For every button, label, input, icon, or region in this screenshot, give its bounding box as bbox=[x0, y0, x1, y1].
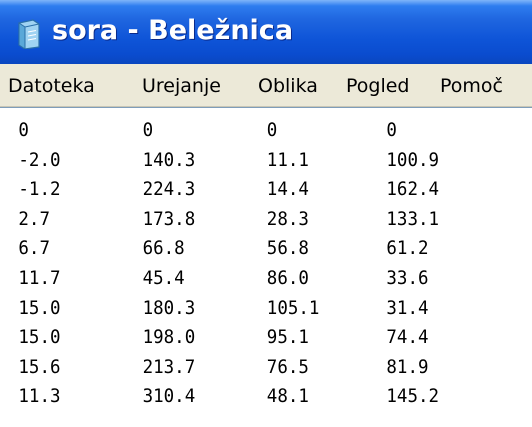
line-value: 15.6 bbox=[18, 355, 61, 378]
line-value: 145.2 bbox=[386, 385, 440, 408]
line-value: 0 bbox=[142, 119, 154, 141]
document-text: 0 0 0 0 -2.0 140.3 11.1 100.9 -1.2 224.3… bbox=[0, 119, 489, 415]
line-value: 14.4 bbox=[266, 178, 309, 201]
text-line: -1.2 224.3 14.4 162.4 bbox=[0, 178, 489, 208]
line-value: 310.4 bbox=[142, 385, 196, 408]
line-value: 33.6 bbox=[386, 266, 429, 289]
line-value: 224.3 bbox=[142, 178, 196, 201]
line-value: 180.3 bbox=[142, 296, 196, 319]
text-line: 6.7 66.8 56.8 61.2 bbox=[0, 237, 489, 267]
line-value: 95.1 bbox=[266, 326, 309, 349]
text-line: 15.6 213.7 76.5 81.9 bbox=[0, 356, 489, 386]
line-value: 61.2 bbox=[386, 237, 429, 260]
line-value: 198.0 bbox=[142, 326, 196, 349]
line-value: 213.7 bbox=[142, 355, 196, 378]
line-value: 140.3 bbox=[142, 148, 196, 171]
line-value: 0 bbox=[386, 119, 397, 141]
line-value: 86.0 bbox=[266, 266, 309, 289]
notepad-icon[interactable] bbox=[16, 19, 42, 49]
line-value: 0 bbox=[18, 119, 29, 141]
menu-bar: Datoteka Urejanje Oblika Pogled Pomoč bbox=[0, 64, 532, 107]
line-value: 28.3 bbox=[266, 207, 309, 230]
menu-edit[interactable]: Urejanje bbox=[142, 75, 221, 97]
text-line: -2.0 140.3 11.1 100.9 bbox=[0, 149, 489, 179]
notepad-window: sora - Beležnica Datoteka Urejanje Oblik… bbox=[0, 0, 532, 427]
line-value: 133.1 bbox=[386, 207, 440, 230]
title-bar[interactable]: sora - Beležnica bbox=[0, 0, 532, 64]
menu-format[interactable]: Oblika bbox=[258, 75, 318, 97]
line-value: 15.0 bbox=[18, 326, 61, 349]
title-bar-highlight bbox=[0, 0, 532, 6]
text-line: 15.0 198.0 95.1 74.4 bbox=[0, 326, 489, 356]
line-value: 74.4 bbox=[386, 326, 429, 349]
line-value: 56.8 bbox=[266, 237, 309, 260]
menu-help[interactable]: Pomoč bbox=[440, 75, 503, 97]
text-line: 2.7 173.8 28.3 133.1 bbox=[0, 208, 489, 238]
line-value: 162.4 bbox=[386, 178, 440, 201]
line-value: -1.2 bbox=[18, 178, 61, 201]
line-value: 2.7 bbox=[18, 207, 50, 230]
line-value: 48.1 bbox=[266, 385, 309, 408]
line-value: 173.8 bbox=[142, 207, 196, 230]
line-value: 0 bbox=[266, 119, 278, 141]
line-value: -2.0 bbox=[18, 148, 61, 171]
line-value: 31.4 bbox=[386, 296, 429, 319]
line-value: 100.9 bbox=[386, 148, 440, 171]
line-value: 66.8 bbox=[142, 237, 185, 260]
window-title: sora - Beležnica bbox=[52, 15, 294, 46]
text-line: 11.7 45.4 86.0 33.6 bbox=[0, 267, 489, 297]
line-value: 45.4 bbox=[142, 266, 185, 289]
line-value: 11.7 bbox=[18, 266, 61, 289]
line-value: 11.3 bbox=[18, 385, 61, 408]
line-value: 105.1 bbox=[266, 296, 320, 319]
text-editor-area[interactable]: 0 0 0 0 -2.0 140.3 11.1 100.9 -1.2 224.3… bbox=[0, 107, 532, 427]
line-value: 15.0 bbox=[18, 296, 61, 319]
line-value: 6.7 bbox=[18, 237, 50, 260]
menu-file[interactable]: Datoteka bbox=[8, 75, 95, 97]
text-line: 0 0 0 0 bbox=[0, 119, 489, 149]
menu-view[interactable]: Pogled bbox=[346, 75, 410, 97]
line-value: 81.9 bbox=[386, 355, 429, 378]
text-line: 11.3 310.4 48.1 145.2 bbox=[0, 385, 489, 415]
line-value: 76.5 bbox=[266, 355, 309, 378]
text-line: 15.0 180.3 105.1 31.4 bbox=[0, 297, 489, 327]
line-value: 11.1 bbox=[266, 148, 309, 171]
